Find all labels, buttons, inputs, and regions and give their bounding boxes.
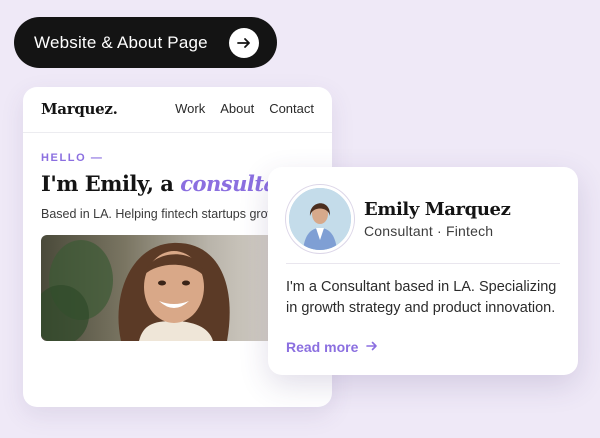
arrow-right-icon xyxy=(366,339,378,355)
hero-headline: I'm Emily, a consultant xyxy=(41,171,301,196)
nav-links: Work About Contact xyxy=(175,101,314,116)
read-more-label: Read more xyxy=(286,339,359,355)
hero-subline: Based in LA. Helping fintech startups gr… xyxy=(41,207,280,221)
profile-bio: I'm a Consultant based in LA. Specializi… xyxy=(286,279,557,316)
pill-label: Website & About Page xyxy=(34,32,208,52)
read-more-link[interactable]: Read more xyxy=(286,339,378,355)
profile-role: Consultant · Fintech xyxy=(364,223,494,239)
site-nav: Marquez. Work About Contact xyxy=(23,87,332,133)
hero-photo xyxy=(41,235,281,341)
nav-link-work[interactable]: Work xyxy=(175,101,205,116)
hero-eyebrow: HELLO — xyxy=(41,152,104,164)
avatar xyxy=(286,185,354,253)
divider xyxy=(286,263,560,264)
site-logo[interactable]: Marquez. xyxy=(41,100,118,118)
nav-link-contact[interactable]: Contact xyxy=(269,101,314,116)
headline-plain: I'm Emily, a xyxy=(41,171,181,196)
profile-card: Emily Marquez Consultant · Fintech I'm a… xyxy=(268,167,578,375)
arrow-right-icon xyxy=(229,27,259,58)
profile-name: Emily Marquez xyxy=(364,199,511,220)
website-about-page-button[interactable]: Website & About Page xyxy=(14,17,277,68)
nav-link-about[interactable]: About xyxy=(220,101,254,116)
